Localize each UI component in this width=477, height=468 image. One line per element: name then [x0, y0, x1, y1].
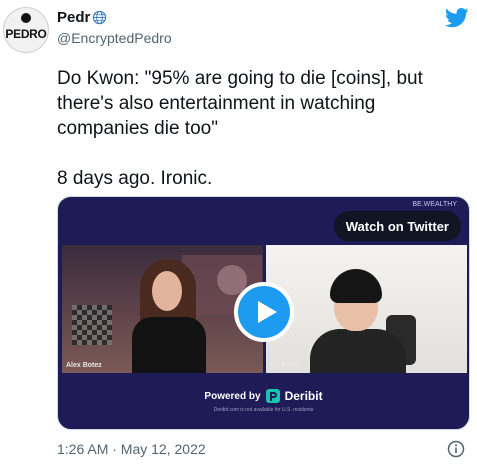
play-button[interactable]: [234, 282, 294, 342]
left-speaker-caption: Alex Botez: [66, 362, 102, 369]
powered-by-label: Powered by: [204, 390, 261, 402]
author-name[interactable]: Pedr: [57, 9, 90, 26]
play-icon: [258, 301, 277, 323]
stream-brand-label: BE.WEALTHY: [412, 201, 457, 208]
video-panel-left: Alex Botez: [62, 245, 263, 373]
sponsor-name: Deribit: [284, 389, 323, 403]
right-speaker-caption: Do Kwon: [270, 362, 301, 369]
deribit-logo-icon: [265, 389, 280, 403]
twitter-bird-icon[interactable]: [445, 8, 469, 28]
video-panel-right: Do Kwon: [266, 245, 467, 373]
author-name-row[interactable]: Pedr: [57, 9, 107, 26]
chessboard: [72, 305, 112, 345]
info-icon[interactable]: [447, 440, 465, 458]
tweet-timestamp[interactable]: 1:26 AM · May 12, 2022: [57, 441, 206, 457]
sponsor-banner: Powered by Deribit: [58, 389, 469, 403]
globe-icon: [93, 10, 107, 25]
avatar[interactable]: PEDRO: [3, 7, 49, 53]
video-embed[interactable]: BE.WEALTHY Alex Botez Do Kwon Watch on T…: [57, 196, 470, 430]
watch-on-twitter-button[interactable]: Watch on Twitter: [333, 211, 461, 241]
author-handle[interactable]: @EncryptedPedro: [57, 30, 172, 46]
avatar-text: PEDRO: [5, 27, 47, 41]
tweet-text-line: 8 days ago. Ironic.: [57, 168, 213, 189]
tweet-text: Do Kwon: "95% are going to die [coins], …: [57, 66, 457, 191]
avatar-logo-mark: [21, 13, 31, 23]
tweet-text-line: Do Kwon: "95% are going to die [coins], …: [57, 68, 423, 139]
sponsor-disclaimer: Deribit.com is not available for U.S. re…: [213, 407, 314, 413]
